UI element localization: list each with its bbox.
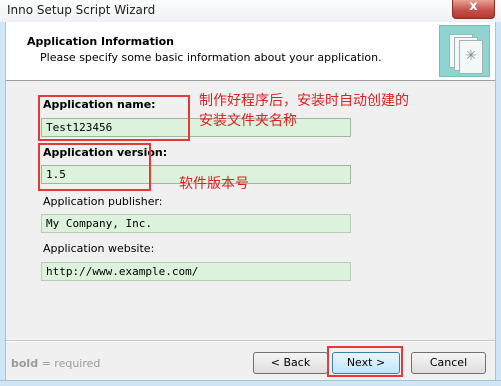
app-version-note: 软件版本号	[179, 176, 249, 192]
app-publisher-input[interactable]: My Company, Inc.	[41, 214, 351, 233]
window-frame-right	[495, 22, 501, 386]
page-title: Application Information	[27, 35, 174, 48]
wizard-header: Application Information Please specify s…	[6, 22, 495, 81]
app-name-note-line1: 制作好程序后，安装时自动创建的	[199, 93, 409, 109]
footer-divider	[6, 340, 495, 342]
required-hint-text: = required	[38, 357, 101, 370]
app-version-highlight-box	[38, 143, 151, 191]
title-bar: Inno Setup Script Wizard x	[0, 0, 501, 23]
app-website-label: Application website:	[43, 242, 155, 255]
app-name-highlight-box	[38, 95, 190, 141]
app-website-input[interactable]: http://www.example.com/	[41, 262, 351, 281]
app-name-note-line2: 安装文件夹名称	[199, 113, 297, 129]
back-button[interactable]: < Back	[253, 352, 328, 374]
close-icon: x	[469, 0, 478, 14]
page-subtitle: Please specify some basic information ab…	[40, 51, 382, 64]
app-publisher-label: Application publisher:	[43, 195, 163, 208]
window-frame-bottom	[0, 380, 501, 386]
cancel-button[interactable]: Cancel	[411, 352, 486, 374]
required-hint: bold = required	[11, 357, 100, 370]
wizard-pages-icon: ✳	[439, 25, 490, 77]
next-button[interactable]: Next >	[332, 352, 400, 374]
window-title: Inno Setup Script Wizard	[7, 3, 156, 17]
required-hint-bold: bold	[11, 357, 39, 370]
close-button[interactable]: x	[452, 0, 495, 19]
